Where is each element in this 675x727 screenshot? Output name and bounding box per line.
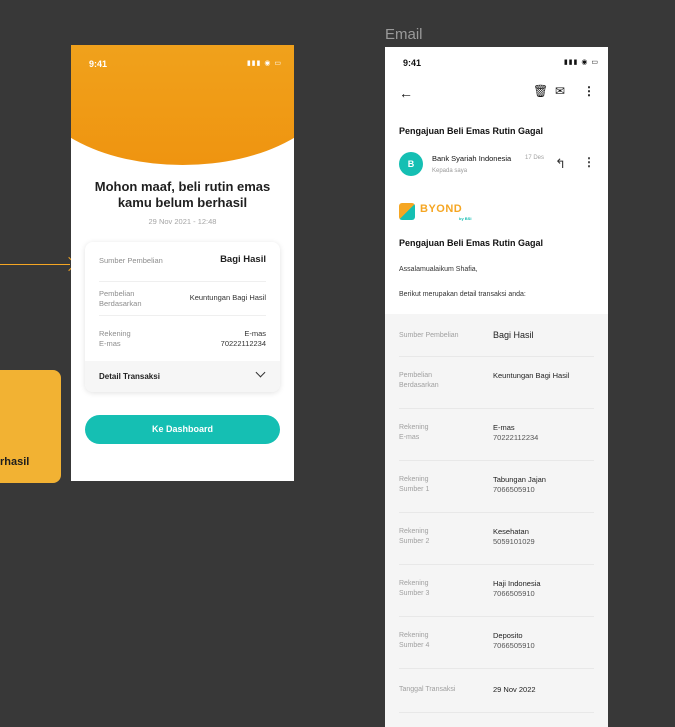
recipient: Kepada saya	[432, 168, 468, 174]
row-label: Sumber Pembelian	[399, 332, 459, 339]
transaction-detail-table: Sumber Pembelian Bagi Hasil Pembelian Be…	[385, 314, 608, 727]
logo-text: BYOND	[420, 203, 463, 215]
row-value: Bagi Hasil	[220, 254, 266, 265]
status-bar-icons: ▮▮▮ ◉ ▭	[246, 60, 282, 67]
logo-subtext: by BSI	[459, 216, 472, 221]
chevron-down-icon	[255, 367, 266, 378]
summary-row: Sumber Pembelian Bagi Hasil	[99, 254, 266, 282]
status-bar-icons: ▮▮▮ ◉ ▭	[563, 59, 599, 66]
detail-row: Sumber Pembelian Bagi Hasil	[399, 314, 594, 357]
row-label: Rekening Sumber 2	[399, 528, 430, 545]
row-label: Rekening Sumber 4	[399, 632, 430, 649]
status-time: 9:41	[403, 58, 422, 68]
row-value: Bagi Hasil	[493, 330, 534, 340]
detail-row: Rekening Sumber 1 Tabungan Jajan 7066505…	[399, 461, 594, 513]
detail-transaction-label: Detail Transaksi	[99, 372, 160, 381]
byond-logo: BYOND by BSI	[399, 201, 479, 223]
row-value: 29 Nov 2022	[493, 685, 536, 694]
sender-date: 17 Des	[525, 155, 545, 161]
row-label: Tanggal Transaksi	[399, 686, 456, 693]
row-label: Rekening E-mas	[99, 329, 131, 348]
detail-row: Pembelian Berdasarkan Keuntungan Bagi Ha…	[399, 357, 594, 409]
row-value: E-mas	[493, 423, 515, 432]
more-options-icon[interactable]: ⋮	[583, 84, 595, 98]
reply-icon[interactable]: ↰	[555, 156, 566, 172]
row-subvalue: 70222112234	[493, 433, 539, 442]
row-value: Deposito	[493, 631, 523, 640]
failure-screen: 9:41 ▮▮▮ ◉ ▭ Mohon maaf, beli rutin emas…	[71, 45, 294, 481]
more-options-icon[interactable]: ⋮	[583, 155, 595, 169]
email-intro: Berikut merupakan detail transaksi anda:	[399, 291, 526, 298]
row-label: Rekening Sumber 1	[399, 476, 430, 493]
row-label: Rekening E-mas	[399, 424, 429, 441]
detail-row: Rekening Sumber 4 Deposito 7066505910	[399, 617, 594, 669]
row-label: Pembelian Berdasarkan	[99, 289, 142, 308]
email-subject: Pengajuan Beli Emas Rutin Gagal	[399, 126, 544, 136]
sender-avatar: B	[399, 152, 423, 176]
row-value: E-mas 70222112234	[220, 329, 266, 348]
row-subvalue: 7066505910	[493, 641, 535, 650]
row-value: Keuntungan Bagi Hasil	[493, 371, 570, 380]
sender-name: Bank Syariah Indonesia	[432, 154, 512, 163]
row-label: Pembelian Berdasarkan	[399, 372, 439, 389]
detail-row: Rekening E-mas E-mas 70222112234	[399, 409, 594, 461]
summary-row: Pembelian Berdasarkan Keuntungan Bagi Ha…	[99, 282, 266, 316]
transaction-summary-card: Sumber Pembelian Bagi Hasil Pembelian Be…	[85, 242, 280, 392]
logo-mark-icon	[399, 203, 415, 220]
row-label: Sumber Pembelian	[99, 256, 163, 265]
back-arrow-icon[interactable]: ←	[399, 85, 413, 101]
transaction-date: 29 Nov 2021 - 12:48	[148, 217, 217, 226]
detail-row: Tanggal Transaksi 29 Nov 2022	[399, 669, 594, 713]
row-value: Kesehatan	[493, 527, 529, 536]
dashboard-button[interactable]: Ke Dashboard	[85, 415, 280, 444]
note-card: rhasil	[0, 370, 61, 483]
row-subvalue: 7066505910	[493, 485, 535, 494]
row-value: Haji Indonesia	[493, 579, 541, 588]
row-label: Rekening Sumber 3	[399, 580, 430, 597]
email-greeting: Assalamualaikum Shafia,	[399, 266, 478, 273]
status-time: 9:41	[89, 59, 108, 69]
page-title: Mohon maaf, beli rutin emas kamu belum b…	[94, 179, 271, 210]
row-value: Keuntungan Bagi Hasil	[189, 293, 266, 302]
section-label: Email	[385, 26, 423, 43]
row-subvalue: 5059101029	[493, 537, 535, 546]
detail-transaction-toggle[interactable]: Detail Transaksi	[85, 361, 280, 392]
note-text: rhasil	[0, 456, 30, 468]
detail-row: Rekening Sumber 2 Kesehatan 5059101029	[399, 513, 594, 565]
email-heading: Pengajuan Beli Emas Rutin Gagal	[399, 238, 544, 248]
email-screen: 9:41 ▮▮▮ ◉ ▭ ← 🗑 ✉ ⋮ Pengajuan Beli Emas…	[385, 47, 608, 727]
mail-icon[interactable]: ✉	[555, 84, 565, 98]
detail-row: Rekening Sumber 3 Haji Indonesia 7066505…	[399, 565, 594, 617]
row-value: Tabungan Jajan	[493, 475, 546, 484]
flow-arrow-line	[0, 264, 70, 265]
row-subvalue: 7066505910	[493, 589, 535, 598]
summary-row: Rekening E-mas E-mas 70222112234	[99, 316, 266, 361]
trash-icon[interactable]: 🗑	[533, 84, 548, 98]
